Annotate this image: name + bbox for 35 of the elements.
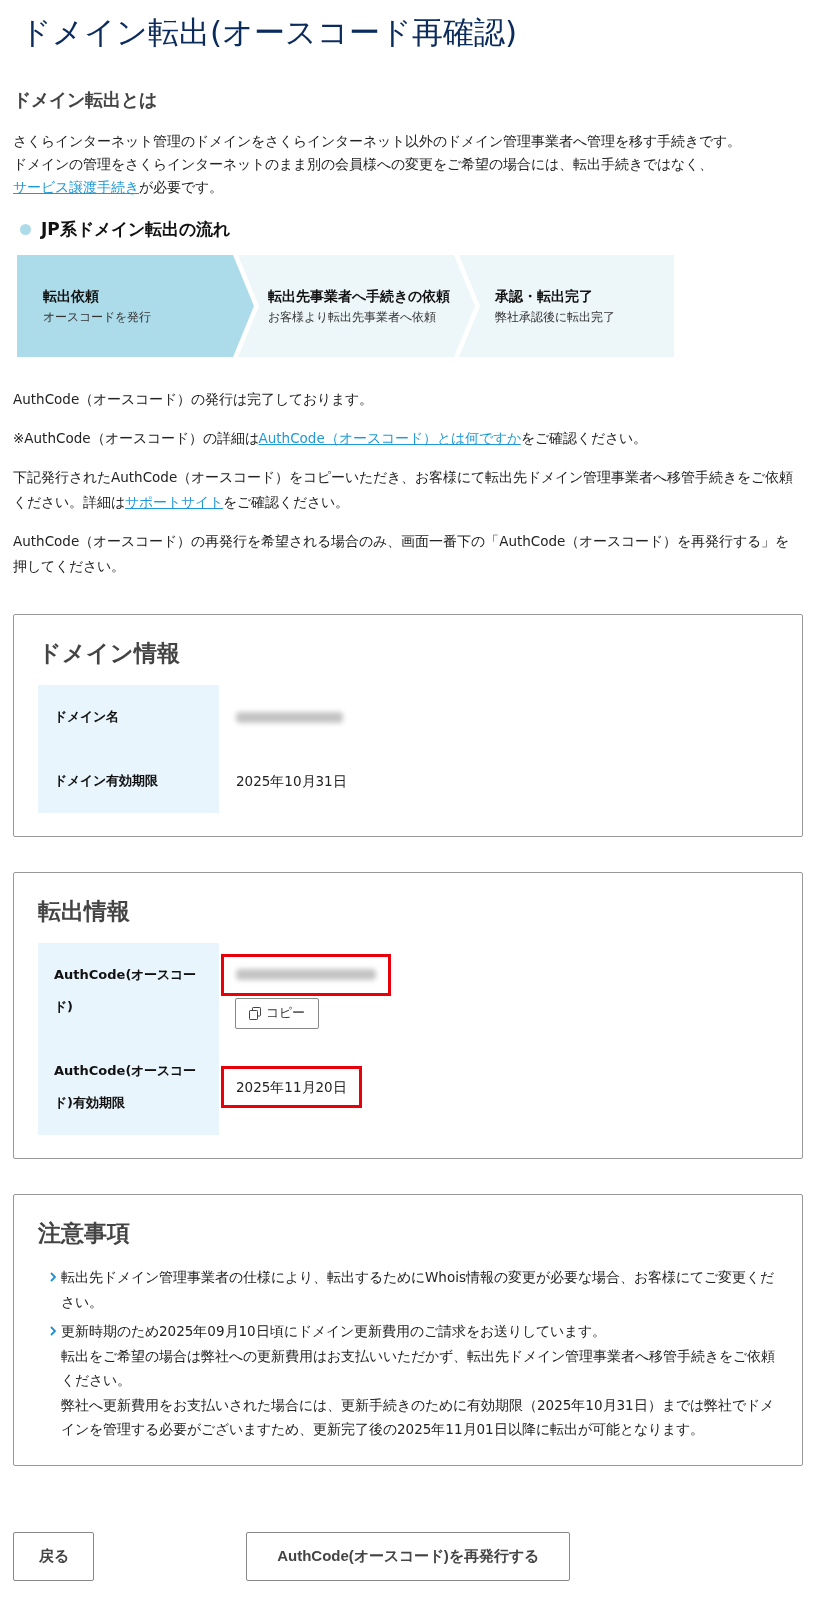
section-heading: ドメイン転出とは [13, 88, 158, 112]
back-button[interactable]: 戻る [13, 1531, 94, 1581]
intro-text: さくらインターネット管理のドメインをさくらインターネット以外のドメイン管理事業者へ管理を移す手続きです。 [13, 132, 742, 151]
chevron-icon [50, 1272, 56, 1282]
notice-text: 転出をご希望の場合は弊社への更新費用はお支払いいただかず、転出先ドメイン管理事業者へ移管手続きをご依頼ください。 [61, 1346, 776, 1390]
bullet-dot-icon [20, 223, 31, 235]
notice-text: 転出先ドメイン管理事業者の仕様により、転出するためにWhois情報の変更が必要な場合、お客様にてご変更ください。 [61, 1268, 775, 1312]
flow-heading: JP系ドメイン転出の流れ [41, 218, 230, 241]
notice-text: 弊社へ更新費用をお支払いされた場合には、更新手続きのために有効期限（2025年10月31日）までは弊社でドメインを管理する必要がございますため、更新完了後の2025年11月01日以降に転出が可能となります。 [61, 1395, 775, 1439]
copy-icon [249, 1006, 261, 1020]
message-text: AuthCode（オースコード）の再発行を希望される場合のみ、画面一番下の「AuthCode（オースコード）を再発行する」を押してください。 [13, 532, 791, 576]
row-value: 2025年11月20日 [236, 1078, 347, 1097]
step-title: 転出先事業者へ手続きの依頼 [268, 287, 450, 305]
step-title: 承認・転出完了 [495, 287, 593, 305]
row-label: ドメイン名 [38, 685, 219, 749]
message-text: 下記発行されたAuthCode（オースコード）をコピーいただき、お客様にて転出先ドメイン管理事業者へ移管手続きをご依頼ください。詳細はサポートサイト をご確認ください。 [13, 468, 795, 512]
chevron-icon [50, 1326, 56, 1336]
page-title: ドメイン転出(オースコード再確認) [20, 13, 519, 52]
card-heading: ドメイン情報 [38, 639, 181, 668]
step-title: 転出依頼 [43, 287, 99, 305]
reissue-button[interactable]: AuthCode(オースコード)を再発行する [246, 1531, 570, 1581]
step-description: 弊社承認後に転出完了 [495, 309, 615, 325]
notice-text: 更新時期のため2025年09月10日頃にドメイン更新費用のご請求をお送りしています。 [61, 1322, 607, 1341]
step-description: オースコードを発行 [43, 309, 151, 325]
message-text: AuthCode（オースコード）の発行は完了しております。 [13, 390, 375, 409]
step-description: お客様より転出先事業者へ依頼 [268, 309, 436, 325]
row-value: 2025年10月31日 [236, 772, 347, 791]
message-text: ※AuthCode（オースコード）の詳細はAuthCode（オースコード）とは何ですかをご確認ください。 [13, 429, 648, 448]
card-heading: 注意事項 [38, 1219, 131, 1248]
intro-text: ドメインの管理をさくらインターネットのまま別の会員様への変更をご希望の場合には、転出手続きではなく、 サービス譲渡手続き が必要です。 [13, 155, 714, 197]
row-label: AuthCode(オースコード)有効期限 [38, 1039, 219, 1135]
card-heading: 転出情報 [38, 897, 131, 926]
row-label: AuthCode(オースコード) [38, 943, 219, 1039]
row-label: ドメイン有効期限 [38, 749, 219, 813]
copy-button[interactable]: コピー [235, 997, 319, 1029]
